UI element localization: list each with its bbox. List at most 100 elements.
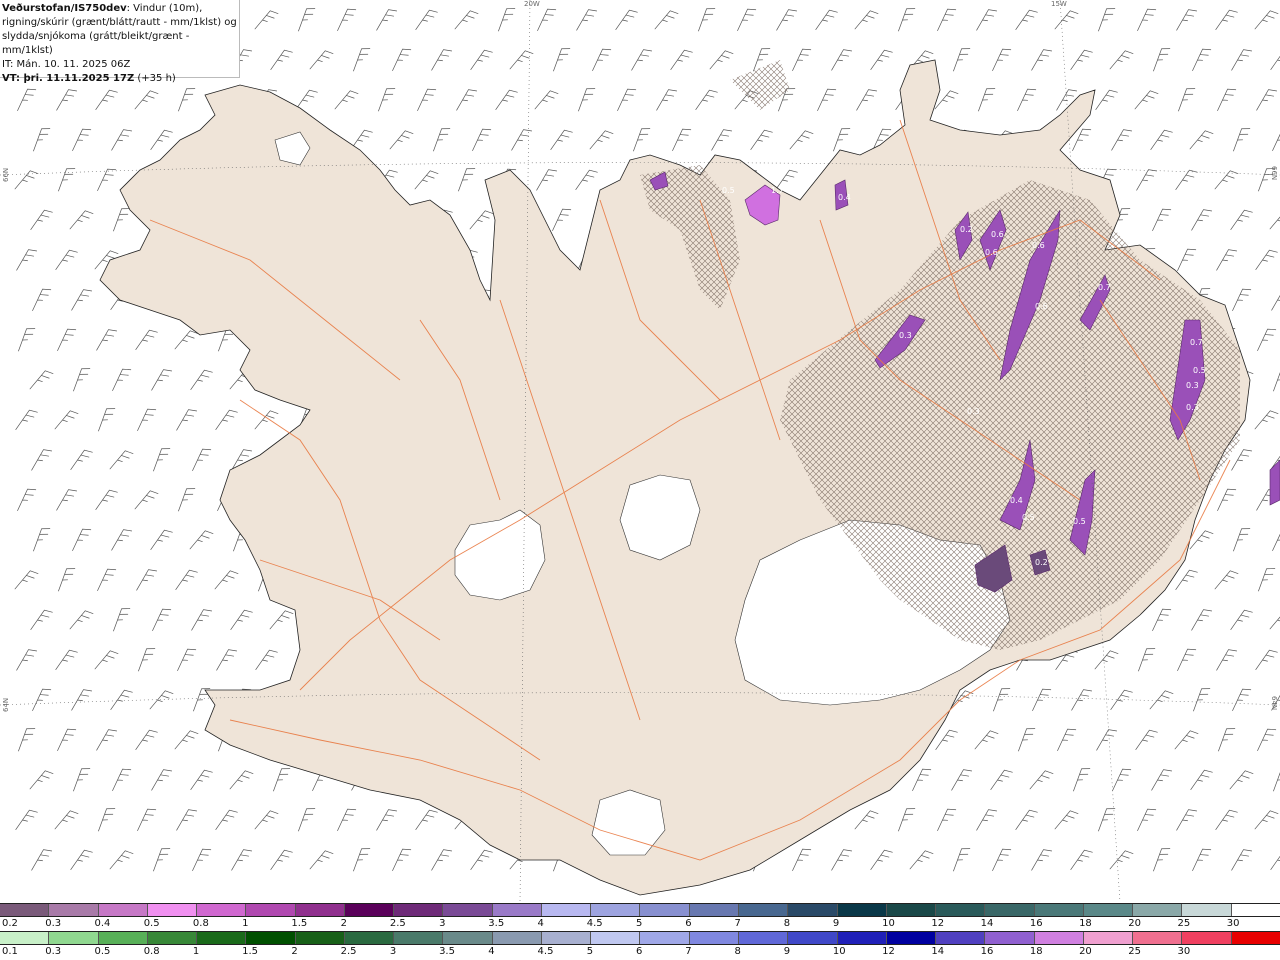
wind-barb <box>1272 128 1280 152</box>
wind-barb <box>191 609 212 631</box>
wind-barb <box>214 570 239 590</box>
legend-swatch <box>1132 904 1182 916</box>
wind-barb <box>1096 729 1117 751</box>
wind-barb <box>69 210 94 230</box>
wind-barb <box>617 88 637 112</box>
legend-swatch <box>196 904 246 916</box>
wind-barb <box>17 88 37 112</box>
wind-barb <box>273 768 291 792</box>
legend-swatch <box>393 932 443 944</box>
wind-barb <box>750 129 773 151</box>
wind-barb <box>1176 9 1197 31</box>
wind-barb <box>334 90 359 110</box>
wind-barb <box>817 88 837 112</box>
legend-label: 12 <box>882 946 895 957</box>
legend-label: 3 <box>439 918 446 929</box>
precip-value-label: 0.7 <box>1098 283 1111 292</box>
wind-barb <box>138 648 156 672</box>
legend-swatch <box>787 904 837 916</box>
wind-barb <box>135 329 158 351</box>
wind-barb <box>974 730 999 750</box>
wind-barb <box>776 9 797 31</box>
title-line-3: slydda/snjókoma (grátt/bleikt/grænt - mm… <box>2 31 190 56</box>
wind-barb <box>1233 128 1251 152</box>
wind-barb <box>1230 209 1253 231</box>
legend-swatch <box>146 932 197 944</box>
legend-swatch <box>1230 932 1280 944</box>
wind-barb <box>1109 850 1134 870</box>
wind-barb <box>978 88 996 112</box>
wind-barb <box>1231 849 1252 871</box>
wind-barb <box>854 10 879 30</box>
wind-barb <box>111 529 132 551</box>
precip-value-label: 1.7 <box>771 186 784 195</box>
wind-barb <box>73 768 91 792</box>
forecast-map: 0.5 1.7 0.4 0.2 0.6 0.6 0.6 0.7 0.3 0.6 0.3 0.7 0.5 0… <box>0 0 1280 902</box>
wind-barb <box>176 409 197 431</box>
wind-barb <box>898 808 916 832</box>
wind-barb <box>1149 690 1174 710</box>
legend-label: 16 <box>1029 918 1043 929</box>
wind-barb <box>1017 88 1037 112</box>
wind-barb <box>1273 368 1280 392</box>
wind-barb <box>57 728 77 752</box>
wind-barb <box>792 48 812 72</box>
legend-swatch <box>294 904 344 916</box>
precip-value-label: 0.4 <box>838 193 851 202</box>
legend-label: 30 <box>1177 946 1191 957</box>
legend-label: 1.5 <box>291 918 308 929</box>
wind-barb <box>177 648 197 672</box>
legend-label: 2 <box>340 918 347 929</box>
wind-barb <box>1214 570 1239 590</box>
wind-barb <box>14 170 39 190</box>
wind-barb <box>1054 10 1079 30</box>
legend-label: 10 <box>882 918 895 929</box>
lat-label-66n-right: 66N <box>1270 166 1278 181</box>
wind-barb <box>337 808 357 832</box>
wind-barb <box>912 768 932 792</box>
legend-label: 3 <box>389 946 397 957</box>
wind-barb <box>1215 9 1238 31</box>
wind-barb <box>97 568 117 592</box>
wind-barb <box>174 730 199 750</box>
legend-swatch <box>935 932 985 944</box>
wind-barb <box>1015 9 1038 31</box>
title-wind: : Vindur (10m), <box>126 3 203 14</box>
wind-barb <box>190 369 213 391</box>
wind-barb <box>951 769 972 791</box>
wind-barb <box>737 8 757 32</box>
wind-barb <box>993 688 1011 712</box>
legend-label: 7 <box>685 946 692 957</box>
wind-barb <box>592 48 612 72</box>
wind-barb <box>254 810 279 830</box>
title-line-2: rigning/skúrir (grænt/blátt/rautt - mm/1… <box>2 17 237 28</box>
legend-rain-labels: 0.1 0.3 0.5 0.8 1 1.5 2 2.5 3 3.5 4 4.5 5 6 7 8 9 10 12 14 1… <box>0 946 1280 959</box>
wind-barb <box>389 130 414 150</box>
wind-barb <box>31 849 52 871</box>
wind-barb <box>992 848 1012 872</box>
wind-barb <box>190 769 213 791</box>
wind-barb <box>1255 649 1278 671</box>
wind-barb <box>1254 810 1279 830</box>
wind-barb <box>1230 609 1253 631</box>
legend-swatch <box>343 932 394 944</box>
wind-barb <box>1109 50 1134 70</box>
wind-barb <box>550 129 573 151</box>
wind-barb <box>95 489 118 511</box>
legend-label: 0.5 <box>94 946 111 957</box>
wind-barb <box>537 8 557 32</box>
wind-barb <box>176 809 197 831</box>
wind-barb <box>254 10 279 30</box>
wind-barb <box>1134 90 1159 110</box>
legend-label: 3.5 <box>488 918 505 929</box>
legend-swatch <box>491 904 541 916</box>
legend-swatch <box>639 904 689 916</box>
wind-barb <box>33 528 51 552</box>
wind-barb <box>1218 728 1236 752</box>
wind-barb <box>353 48 371 72</box>
wind-barb <box>495 89 518 111</box>
legend-swatch <box>97 904 147 916</box>
legend-swatch <box>1132 932 1182 944</box>
wind-barb <box>70 449 93 471</box>
wind-barb <box>1073 768 1091 792</box>
